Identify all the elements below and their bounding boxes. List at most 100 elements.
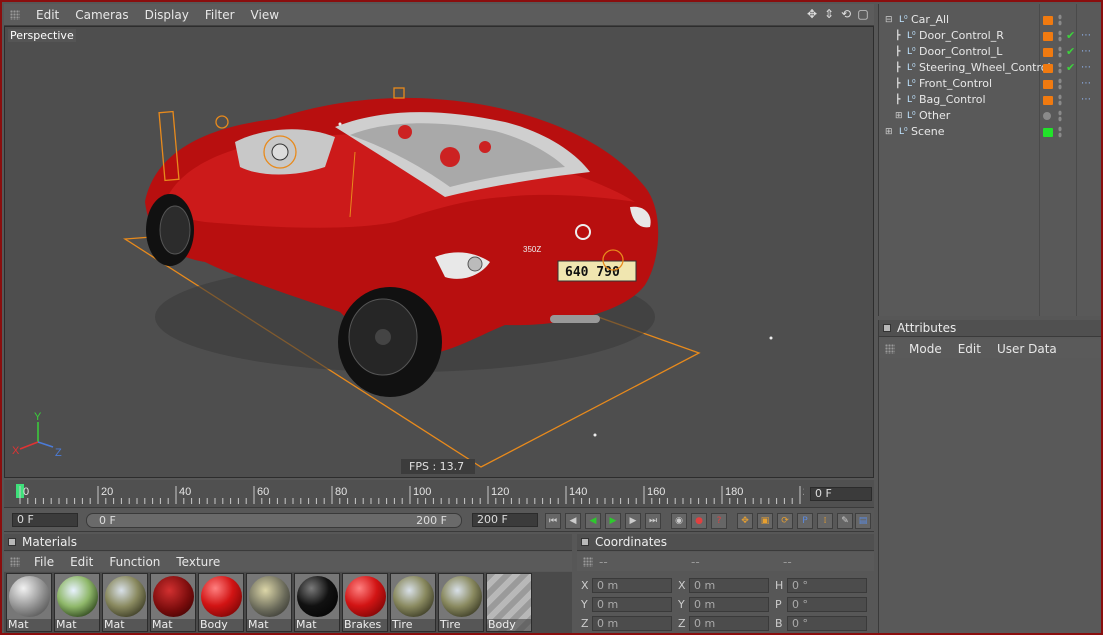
object-name[interactable]: Steering_Wheel_Control: [919, 60, 1051, 76]
scheme-icon[interactable]: ✎: [837, 513, 853, 529]
max-frame-field[interactable]: 200 F: [472, 513, 538, 527]
object-name[interactable]: Front_Control: [919, 76, 992, 92]
play-forward-button[interactable]: ▶: [605, 513, 621, 529]
material-mat[interactable]: Mat: [246, 573, 292, 632]
rotation-p-field[interactable]: 0 °: [787, 597, 867, 612]
xpresso-tag-icon[interactable]: ⋯: [1081, 44, 1091, 60]
menu-edit[interactable]: Edit: [28, 8, 67, 22]
zoom-view-icon[interactable]: ⇕: [822, 7, 836, 21]
materials-menu-edit[interactable]: Edit: [62, 555, 101, 569]
move-view-icon[interactable]: ✥: [805, 7, 819, 21]
next-key-button[interactable]: ▶: [625, 513, 641, 529]
xpresso-tag-icon[interactable]: ⋯: [1081, 28, 1091, 44]
rotation-track-icon[interactable]: ⟳: [777, 513, 793, 529]
rotation-b-field[interactable]: 0 °: [787, 616, 867, 631]
current-frame-field[interactable]: 0 F: [810, 487, 872, 501]
scale-track-icon[interactable]: ▣: [757, 513, 773, 529]
object-name[interactable]: Door_Control_L: [919, 44, 1002, 60]
material-mat[interactable]: Mat: [294, 573, 340, 632]
position-z-field[interactable]: 0 m: [592, 616, 672, 631]
materials-menu-function[interactable]: Function: [101, 555, 168, 569]
object-row[interactable]: ┣ L⁰ Steering_Wheel_Control ✔ ⋯: [879, 60, 1101, 76]
object-row[interactable]: ⊞ L⁰ Other: [879, 108, 1101, 124]
xpresso-tag-icon[interactable]: ⋯: [1081, 60, 1091, 76]
maximize-view-icon[interactable]: ▢: [856, 7, 870, 21]
layer-color-icon[interactable]: [1043, 32, 1053, 41]
record-icon[interactable]: ◉: [671, 513, 687, 529]
layer-color-icon[interactable]: [1043, 64, 1053, 73]
min-frame-field[interactable]: 0 F: [12, 513, 78, 527]
grip-icon[interactable]: [583, 556, 593, 567]
enabled-check-icon[interactable]: ✔: [1066, 60, 1075, 76]
menu-display[interactable]: Display: [137, 8, 197, 22]
keyframe-selection-icon[interactable]: ?: [711, 513, 727, 529]
material-brakes[interactable]: Brakes: [342, 573, 388, 632]
panel-toggle-icon[interactable]: [883, 324, 891, 332]
previous-key-button[interactable]: ◀: [565, 513, 581, 529]
object-name[interactable]: Car_All: [911, 12, 949, 28]
position-y-field[interactable]: 0 m: [592, 597, 672, 612]
object-row[interactable]: ⊞ L⁰ Scene: [879, 124, 1101, 140]
menu-filter[interactable]: Filter: [197, 8, 243, 22]
material-tire[interactable]: Tire: [390, 573, 436, 632]
grip-icon[interactable]: [10, 556, 20, 567]
rotate-view-icon[interactable]: ⟲: [839, 7, 853, 21]
layer-color-icon[interactable]: [1043, 80, 1053, 89]
play-backward-button[interactable]: ◀: [585, 513, 601, 529]
timeline-window-icon[interactable]: ▤: [855, 513, 871, 529]
material-tire[interactable]: Tire: [438, 573, 484, 632]
layer-color-icon[interactable]: [1043, 112, 1051, 120]
visibility-dots-icon[interactable]: [1058, 126, 1062, 138]
material-body[interactable]: Body: [198, 573, 244, 632]
tree-expander-icon[interactable]: ⊞: [895, 108, 903, 124]
tree-expander-icon[interactable]: ┣: [895, 60, 900, 76]
tree-expander-icon[interactable]: ⊞: [885, 124, 893, 140]
tree-expander-icon[interactable]: ⊟: [885, 12, 893, 28]
visibility-dots-icon[interactable]: [1058, 14, 1062, 26]
grip-icon[interactable]: [885, 343, 895, 354]
layer-color-icon[interactable]: [1043, 128, 1053, 137]
parameter-track-icon[interactable]: P: [797, 513, 813, 529]
object-name[interactable]: Other: [919, 108, 950, 124]
material-mat[interactable]: Mat: [6, 573, 52, 632]
visibility-dots-icon[interactable]: [1058, 46, 1062, 58]
autokey-icon[interactable]: ●: [691, 513, 707, 529]
attributes-menu-edit[interactable]: Edit: [950, 342, 989, 356]
position-x-field[interactable]: 0 m: [592, 578, 672, 593]
layer-color-icon[interactable]: [1043, 96, 1053, 105]
object-row[interactable]: ┣ L⁰ Bag_Control ⋯: [879, 92, 1101, 108]
tree-expander-icon[interactable]: ┣: [895, 92, 900, 108]
object-row[interactable]: ┣ L⁰ Door_Control_L ✔ ⋯: [879, 44, 1101, 60]
range-slider[interactable]: 0 F 200 F: [86, 513, 462, 528]
tree-expander-icon[interactable]: ┣: [895, 76, 900, 92]
tree-expander-icon[interactable]: ┣: [895, 28, 900, 44]
go-to-start-button[interactable]: ⏮: [545, 513, 561, 529]
menu-view[interactable]: View: [243, 8, 287, 22]
materials-menu-file[interactable]: File: [26, 555, 62, 569]
size-z-field[interactable]: 0 m: [689, 616, 769, 631]
visibility-dots-icon[interactable]: [1058, 62, 1062, 74]
panel-toggle-icon[interactable]: [581, 538, 589, 546]
rotation-h-field[interactable]: 0 °: [787, 578, 867, 593]
go-to-end-button[interactable]: ⏭: [645, 513, 661, 529]
material-mat[interactable]: Mat: [102, 573, 148, 632]
object-row[interactable]: ┣ L⁰ Front_Control ⋯: [879, 76, 1101, 92]
position-track-icon[interactable]: ✥: [737, 513, 753, 529]
grip-icon[interactable]: [10, 9, 20, 20]
layer-color-icon[interactable]: [1043, 48, 1053, 57]
enabled-check-icon[interactable]: ✔: [1066, 44, 1075, 60]
object-name[interactable]: Scene: [911, 124, 945, 140]
xpresso-tag-icon[interactable]: ⋯: [1081, 92, 1091, 108]
layer-color-icon[interactable]: [1043, 16, 1053, 25]
pla-track-icon[interactable]: ⁞: [817, 513, 833, 529]
perspective-viewport[interactable]: Perspective 350Z 640 790 Y X Z FPS: 13.…: [4, 26, 874, 478]
visibility-dots-icon[interactable]: [1058, 110, 1062, 122]
enabled-check-icon[interactable]: ✔: [1066, 28, 1075, 44]
size-y-field[interactable]: 0 m: [689, 597, 769, 612]
visibility-dots-icon[interactable]: [1058, 30, 1062, 42]
timeline-ruler[interactable]: 0 20 40 60 80 100 120 140 160 180 20( 0 F: [4, 480, 874, 508]
object-row[interactable]: ┣ L⁰ Door_Control_R ✔ ⋯: [879, 28, 1101, 44]
material-mat[interactable]: Mat: [150, 573, 196, 632]
tree-expander-icon[interactable]: ┣: [895, 44, 900, 60]
object-name[interactable]: Door_Control_R: [919, 28, 1004, 44]
